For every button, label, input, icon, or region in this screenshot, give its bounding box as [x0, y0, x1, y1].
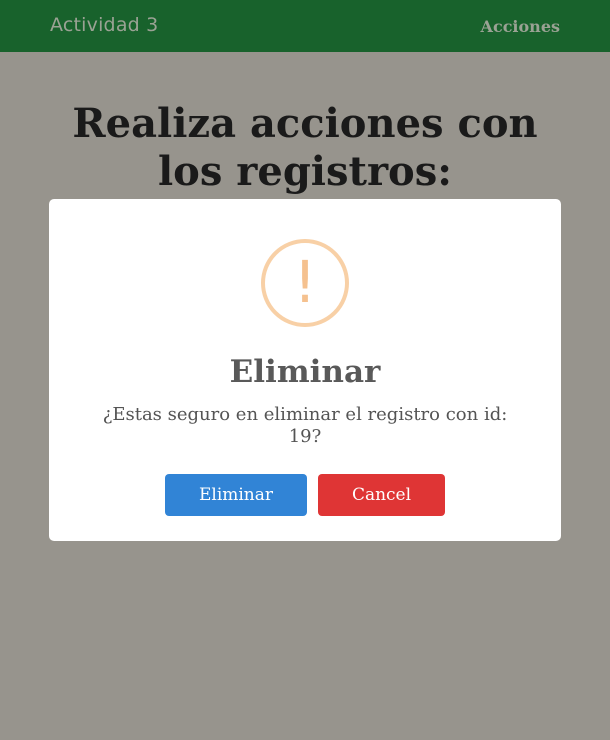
- confirm-delete-button[interactable]: Eliminar: [165, 474, 307, 516]
- exclamation-glyph: !: [293, 248, 317, 316]
- page-title: Realiza acciones con los registros:: [72, 100, 538, 195]
- navbar: Actividad 3 Acciones: [0, 0, 610, 52]
- cancel-button[interactable]: Cancel: [318, 474, 445, 516]
- dialog-message: ¿Estas seguro en eliminar el registro co…: [102, 404, 508, 447]
- dialog-title: Eliminar: [229, 354, 381, 390]
- navbar-brand[interactable]: Actividad 3: [50, 14, 158, 36]
- exclamation-icon: !: [261, 239, 349, 327]
- nav-link-acciones[interactable]: Acciones: [481, 17, 560, 36]
- confirm-delete-dialog: ! Eliminar ¿Estas seguro en eliminar el …: [49, 199, 561, 541]
